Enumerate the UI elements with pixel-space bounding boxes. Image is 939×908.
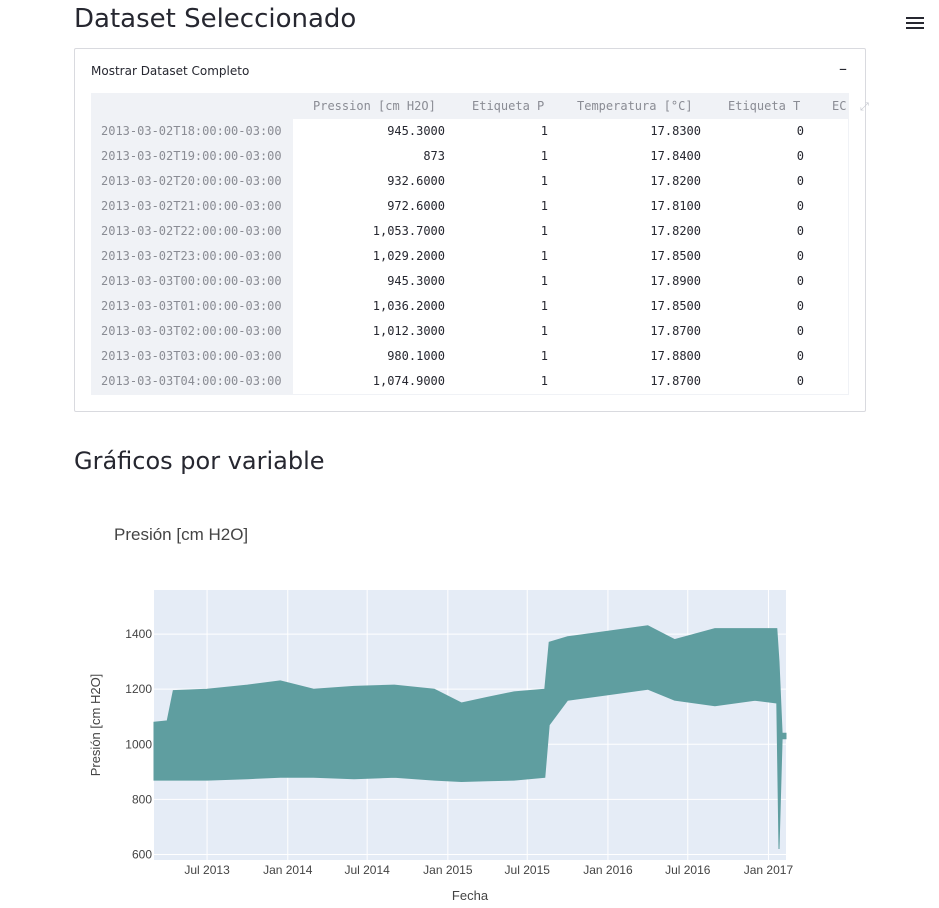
table-cell[interactable]: 972.6000 [313, 194, 445, 219]
table-cell[interactable]: 1 [472, 119, 548, 144]
table-cell[interactable]: 932.6000 [313, 169, 445, 194]
table-cell[interactable]: 0 [728, 119, 804, 144]
table-row-index: 2013-03-02T19:00:00-03:00 [101, 149, 282, 163]
x-tick-label: Jan 2015 [423, 863, 473, 877]
table-cell[interactable]: 17.8500 [577, 294, 701, 319]
table-cell[interactable]: 1 [472, 244, 548, 269]
table-cell[interactable]: 17.8300 [577, 119, 701, 144]
hamburger-menu-icon[interactable] [906, 14, 924, 32]
y-axis-label: Presión [cm H2O] [88, 674, 103, 777]
table-cell[interactable]: 17.8200 [577, 219, 701, 244]
expander-label[interactable]: Mostrar Dataset Completo [91, 64, 249, 78]
table-cell[interactable]: 1 [472, 319, 548, 344]
dataset-expander: Mostrar Dataset Completo – Pression [cm … [74, 48, 866, 412]
column-header-ec[interactable]: EC [832, 94, 848, 119]
table-cell[interactable]: 17.8400 [577, 144, 701, 169]
table-cell[interactable]: 1,053.7000 [313, 219, 445, 244]
table-cell[interactable]: 1,036.2000 [313, 294, 445, 319]
column-header-etiqueta-p[interactable]: Etiqueta P [472, 94, 552, 119]
table-cell[interactable]: 0 [728, 269, 804, 294]
chart-title: Presión [cm H2O] [114, 525, 248, 544]
column-header-pression[interactable]: Pression [cm H2O] [313, 94, 445, 119]
x-tick-label: Jan 2014 [263, 863, 313, 877]
table-cell[interactable]: 1 [472, 144, 548, 169]
table-cell[interactable]: 1 [472, 369, 548, 394]
x-tick-label: Jul 2014 [344, 863, 390, 877]
table-row-index: 2013-03-03T01:00:00-03:00 [101, 299, 282, 313]
x-tick-label: Jul 2016 [665, 863, 711, 877]
table-row-index: 2013-03-02T18:00:00-03:00 [101, 124, 282, 138]
table-row-index: 2013-03-03T04:00:00-03:00 [101, 374, 282, 388]
table-cell[interactable]: 873 [313, 144, 445, 169]
x-axis-label: Fecha [452, 888, 489, 903]
table-cell[interactable]: 0 [728, 319, 804, 344]
section-title: Gráficos por variable [74, 447, 325, 475]
table-cell[interactable]: 17.8500 [577, 244, 701, 269]
table-cell[interactable]: 1 [472, 294, 548, 319]
column-header-etiqueta-t[interactable]: Etiqueta T [728, 94, 808, 119]
table-row-index: 2013-03-03T00:00:00-03:00 [101, 274, 282, 288]
table-cell[interactable]: 1 [472, 219, 548, 244]
table-cell[interactable]: 17.8900 [577, 269, 701, 294]
table-row-index: 2013-03-03T02:00:00-03:00 [101, 324, 282, 338]
table-row-index: 2013-03-02T23:00:00-03:00 [101, 249, 282, 263]
table-cell[interactable]: 1 [472, 269, 548, 294]
table-cell[interactable]: 17.8700 [577, 319, 701, 344]
pressure-chart[interactable]: Presión [cm H2O] 600 800 1000 1200 1400 Jul 2… [0, 500, 939, 908]
table-cell[interactable]: 17.8800 [577, 344, 701, 369]
y-tick-label: 1400 [125, 627, 152, 641]
dataframe-table[interactable]: Pression [cm H2O] Etiqueta P Temperatura… [91, 93, 849, 395]
y-tick-label: 1200 [125, 682, 152, 696]
y-tick-label: 600 [132, 847, 152, 861]
table-cell[interactable]: 1 [472, 169, 548, 194]
table-cell[interactable]: 1,074.9000 [313, 369, 445, 394]
table-cell[interactable]: 0 [728, 169, 804, 194]
table-cell[interactable]: 980.1000 [313, 344, 445, 369]
table-row-index: 2013-03-02T22:00:00-03:00 [101, 224, 282, 238]
table-cell[interactable]: 1,029.2000 [313, 244, 445, 269]
table-cell[interactable]: 0 [728, 219, 804, 244]
y-tick-label: 800 [132, 792, 152, 806]
table-cell[interactable]: 0 [728, 144, 804, 169]
table-cell[interactable]: 1 [472, 194, 548, 219]
table-row-index: 2013-03-02T21:00:00-03:00 [101, 199, 282, 213]
y-tick-label: 1000 [125, 737, 152, 751]
table-row-index: 2013-03-03T03:00:00-03:00 [101, 349, 282, 363]
table-cell[interactable]: 1,012.3000 [313, 319, 445, 344]
table-cell[interactable]: 0 [728, 369, 804, 394]
table-cell[interactable]: 17.8700 [577, 369, 701, 394]
fullscreen-icon[interactable]: ⤢ [860, 100, 869, 114]
column-header-temperatura[interactable]: Temperatura [°C] [577, 94, 703, 119]
table-cell[interactable]: 945.3000 [313, 119, 445, 144]
table-cell[interactable]: 0 [728, 294, 804, 319]
table-cell[interactable]: 0 [728, 194, 804, 219]
table-cell[interactable]: 1 [472, 344, 548, 369]
table-cell[interactable]: 17.8100 [577, 194, 701, 219]
collapse-icon[interactable]: – [839, 59, 847, 78]
table-cell[interactable]: 945.3000 [313, 269, 445, 294]
table-cell[interactable]: 0 [728, 344, 804, 369]
x-tick-label: Jul 2015 [505, 863, 551, 877]
table-cell[interactable]: 0 [728, 244, 804, 269]
x-tick-label: Jul 2013 [184, 863, 230, 877]
x-tick-label: Jan 2017 [744, 863, 794, 877]
table-cell[interactable]: 17.8200 [577, 169, 701, 194]
table-row-index: 2013-03-02T20:00:00-03:00 [101, 174, 282, 188]
page-title: Dataset Seleccionado [74, 4, 357, 34]
x-tick-label: Jan 2016 [583, 863, 633, 877]
